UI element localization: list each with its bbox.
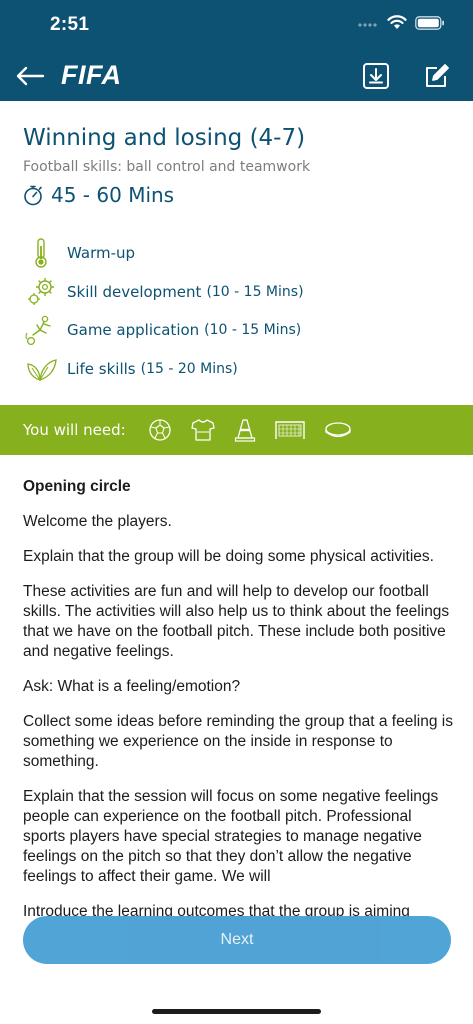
stopwatch-icon — [24, 185, 42, 206]
paragraph: Explain that the group will be doing som… — [23, 548, 434, 565]
equipment-label: You will need: — [23, 421, 126, 439]
home-indicator — [152, 1009, 321, 1014]
phase-label: Warm-up — [67, 244, 136, 262]
equipment-bar: You will need: — [0, 405, 473, 455]
fifa-logo: FIFA — [61, 60, 122, 90]
phase-label: Skill development — [67, 283, 202, 301]
marker-disc-icon — [324, 420, 352, 440]
phase-time: (10 - 15 Mins) — [206, 284, 304, 300]
phase-warm-up[interactable]: Warm-up — [23, 236, 140, 270]
leaves-icon — [23, 352, 59, 386]
cone-icon — [234, 417, 256, 443]
status-icons — [357, 15, 445, 30]
battery-icon — [415, 15, 444, 30]
phase-time: (10 - 15 Mins) — [204, 322, 302, 338]
phase-life-skills[interactable]: Life skills (15 - 20 Mins) — [23, 352, 238, 386]
goal-icon — [274, 420, 306, 440]
section-heading: Opening circle — [23, 478, 131, 495]
session-duration: 45 - 60 Mins — [23, 183, 174, 207]
gears-icon — [23, 275, 59, 309]
app-header: 2:51 FIFA — [0, 0, 473, 101]
paragraph: Ask: What is a feeling/emotion? — [23, 678, 241, 695]
duration-text: 45 - 60 Mins — [51, 183, 175, 207]
nav-bar: FIFA — [0, 52, 473, 101]
edit-note-icon[interactable] — [423, 62, 451, 90]
status-time: 2:51 — [50, 14, 90, 35]
phase-game-application[interactable]: Game application (10 - 15 Mins) — [23, 313, 301, 347]
next-button[interactable]: Next — [23, 916, 451, 964]
session-title: Winning and losing (4-7) — [23, 125, 306, 151]
shirt-icon — [190, 418, 216, 442]
equipment-list — [148, 417, 352, 443]
phase-time: (15 - 20 Mins) — [140, 361, 238, 377]
thermometer-icon — [23, 236, 59, 270]
football-icon — [148, 418, 172, 442]
paragraph: Welcome the players. — [23, 513, 172, 530]
phase-label: Life skills — [67, 360, 136, 378]
status-bar: 2:51 — [0, 0, 473, 52]
session-instructions: Opening circle Welcome the players. Expl… — [23, 477, 453, 987]
paragraph: Collect some ideas before reminding the … — [23, 713, 453, 770]
phase-skill-development[interactable]: Skill development (10 - 15 Mins) — [23, 275, 304, 309]
wifi-icon — [387, 15, 407, 29]
paragraph: These activities are fun and will help t… — [23, 583, 450, 660]
download-icon[interactable] — [362, 62, 390, 90]
session-subtitle: Football skills: ball control and teamwo… — [23, 159, 311, 175]
player-kick-icon — [23, 313, 59, 347]
back-arrow-icon[interactable] — [14, 62, 46, 90]
paragraph: Explain that the session will focus on s… — [23, 788, 439, 885]
phase-label: Game application — [67, 321, 200, 339]
cellular-signal-icon — [358, 22, 377, 27]
